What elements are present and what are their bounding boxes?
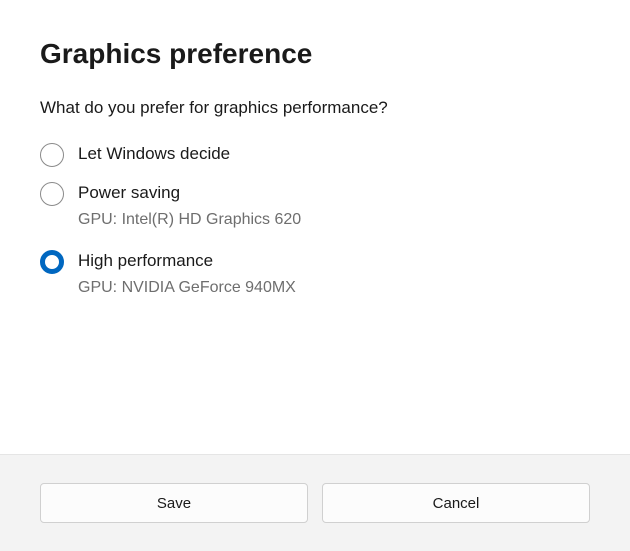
- option-power-saving[interactable]: Power saving GPU: Intel(R) HD Graphics 6…: [40, 181, 590, 235]
- option-text: Power saving GPU: Intel(R) HD Graphics 6…: [78, 181, 301, 235]
- dialog-footer: Save Cancel: [0, 454, 630, 551]
- cancel-button[interactable]: Cancel: [322, 483, 590, 523]
- dialog-content: Graphics preference What do you prefer f…: [0, 0, 630, 454]
- option-let-windows-decide[interactable]: Let Windows decide: [40, 142, 590, 167]
- option-text: Let Windows decide: [78, 142, 230, 166]
- option-label: Power saving: [78, 181, 301, 205]
- save-button[interactable]: Save: [40, 483, 308, 523]
- option-text: High performance GPU: NVIDIA GeForce 940…: [78, 249, 296, 303]
- option-sublabel: GPU: NVIDIA GeForce 940MX: [78, 279, 296, 297]
- option-label: High performance: [78, 249, 296, 273]
- radio-icon: [40, 182, 64, 206]
- dialog-title: Graphics preference: [40, 38, 590, 70]
- dialog-question: What do you prefer for graphics performa…: [40, 98, 590, 118]
- radio-icon: [40, 250, 64, 274]
- option-sublabel: GPU: Intel(R) HD Graphics 620: [78, 211, 301, 229]
- option-high-performance[interactable]: High performance GPU: NVIDIA GeForce 940…: [40, 249, 590, 303]
- radio-icon: [40, 143, 64, 167]
- radio-group: Let Windows decide Power saving GPU: Int…: [40, 142, 590, 303]
- option-label: Let Windows decide: [78, 142, 230, 166]
